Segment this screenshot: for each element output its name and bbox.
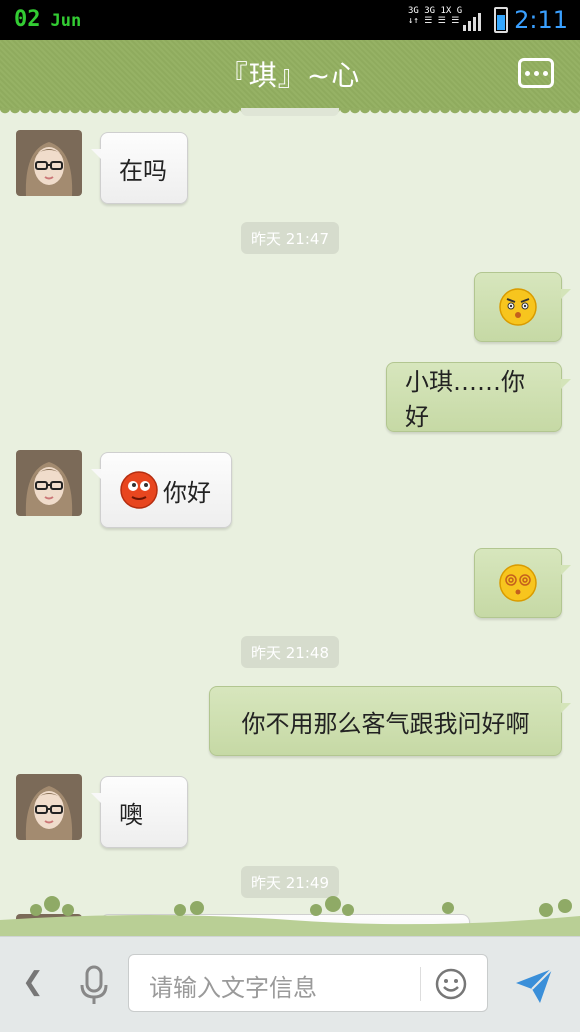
- input-divider: [420, 967, 421, 1001]
- avatar-girl-icon: [16, 774, 82, 840]
- avatar-girl-icon: [16, 130, 82, 196]
- dizzy-face-emoji-icon: [499, 564, 537, 602]
- signal-icon: [463, 13, 481, 31]
- status-bar: 02 Jun 3G 3G 1X G ↓↑ ☰ ☰ ☰ 2:11: [0, 0, 580, 40]
- chevron-left-icon[interactable]: ❮: [22, 967, 44, 997]
- message-input-placeholder: 请输入文字信息: [149, 974, 317, 1002]
- message-bubble-outgoing[interactable]: [474, 548, 571, 618]
- status-time: 2:11: [514, 6, 568, 34]
- message-text: 小琪……你好: [405, 368, 525, 431]
- dot-icon: [524, 70, 530, 76]
- message-text: 你好: [163, 478, 211, 507]
- angry-face-emoji-icon: [499, 288, 537, 326]
- contact-avatar[interactable]: [16, 450, 82, 516]
- chat-header: 『琪』~心: [0, 40, 580, 114]
- chat-area[interactable]: 在吗 昨天 21:47 小琪……你好 你好 昨天 21:48 你不用那么客气跟我…: [0, 108, 580, 936]
- message-input[interactable]: 请输入文字信息: [128, 954, 488, 1012]
- status-month: Jun: [50, 11, 82, 31]
- input-bar: ❮ 请输入文字信息: [0, 936, 580, 1032]
- more-options-button[interactable]: [518, 58, 554, 88]
- status-day: 02: [14, 7, 41, 32]
- status-date: 02 Jun: [14, 7, 81, 32]
- timestamp-pill-partial: [241, 108, 339, 116]
- message-bubble-incoming[interactable]: 你好: [91, 452, 232, 528]
- timestamp-pill: 昨天 21:48: [241, 636, 339, 668]
- network-indicators-icon: 3G 3G 1X G ↓↑ ☰ ☰ ☰: [408, 6, 462, 26]
- contact-avatar[interactable]: [16, 130, 82, 196]
- message-bubble-outgoing[interactable]: [474, 272, 571, 342]
- message-bubble-incoming[interactable]: 在吗: [91, 132, 188, 204]
- network-types: 3G 3G 1X G: [408, 6, 463, 16]
- microphone-icon[interactable]: [74, 963, 114, 1007]
- network-activity: ↓↑ ☰ ☰ ☰: [408, 16, 460, 26]
- dot-icon: [533, 70, 539, 76]
- timestamp-pill: 昨天 21:47: [241, 222, 339, 254]
- landscape-decoration-icon: [0, 896, 580, 938]
- message-text: 你不用那么客气跟我问好啊: [241, 709, 530, 738]
- send-icon[interactable]: [512, 963, 556, 1007]
- message-bubble-outgoing[interactable]: 小琪……你好: [386, 362, 571, 432]
- message-bubble-outgoing[interactable]: 你不用那么客气跟我问好啊: [209, 686, 571, 756]
- message-text: 在吗: [119, 156, 167, 185]
- message-text: 噢: [119, 800, 143, 829]
- battery-icon: [494, 7, 508, 33]
- contact-title: 『琪』~心: [219, 59, 361, 92]
- dot-icon: [542, 70, 548, 76]
- avatar-girl-icon: [16, 450, 82, 516]
- message-bubble-incoming[interactable]: 噢: [91, 776, 188, 848]
- contact-avatar[interactable]: [16, 774, 82, 840]
- red-face-emoji-icon: [120, 471, 158, 509]
- emoji-smile-icon[interactable]: [435, 968, 467, 1000]
